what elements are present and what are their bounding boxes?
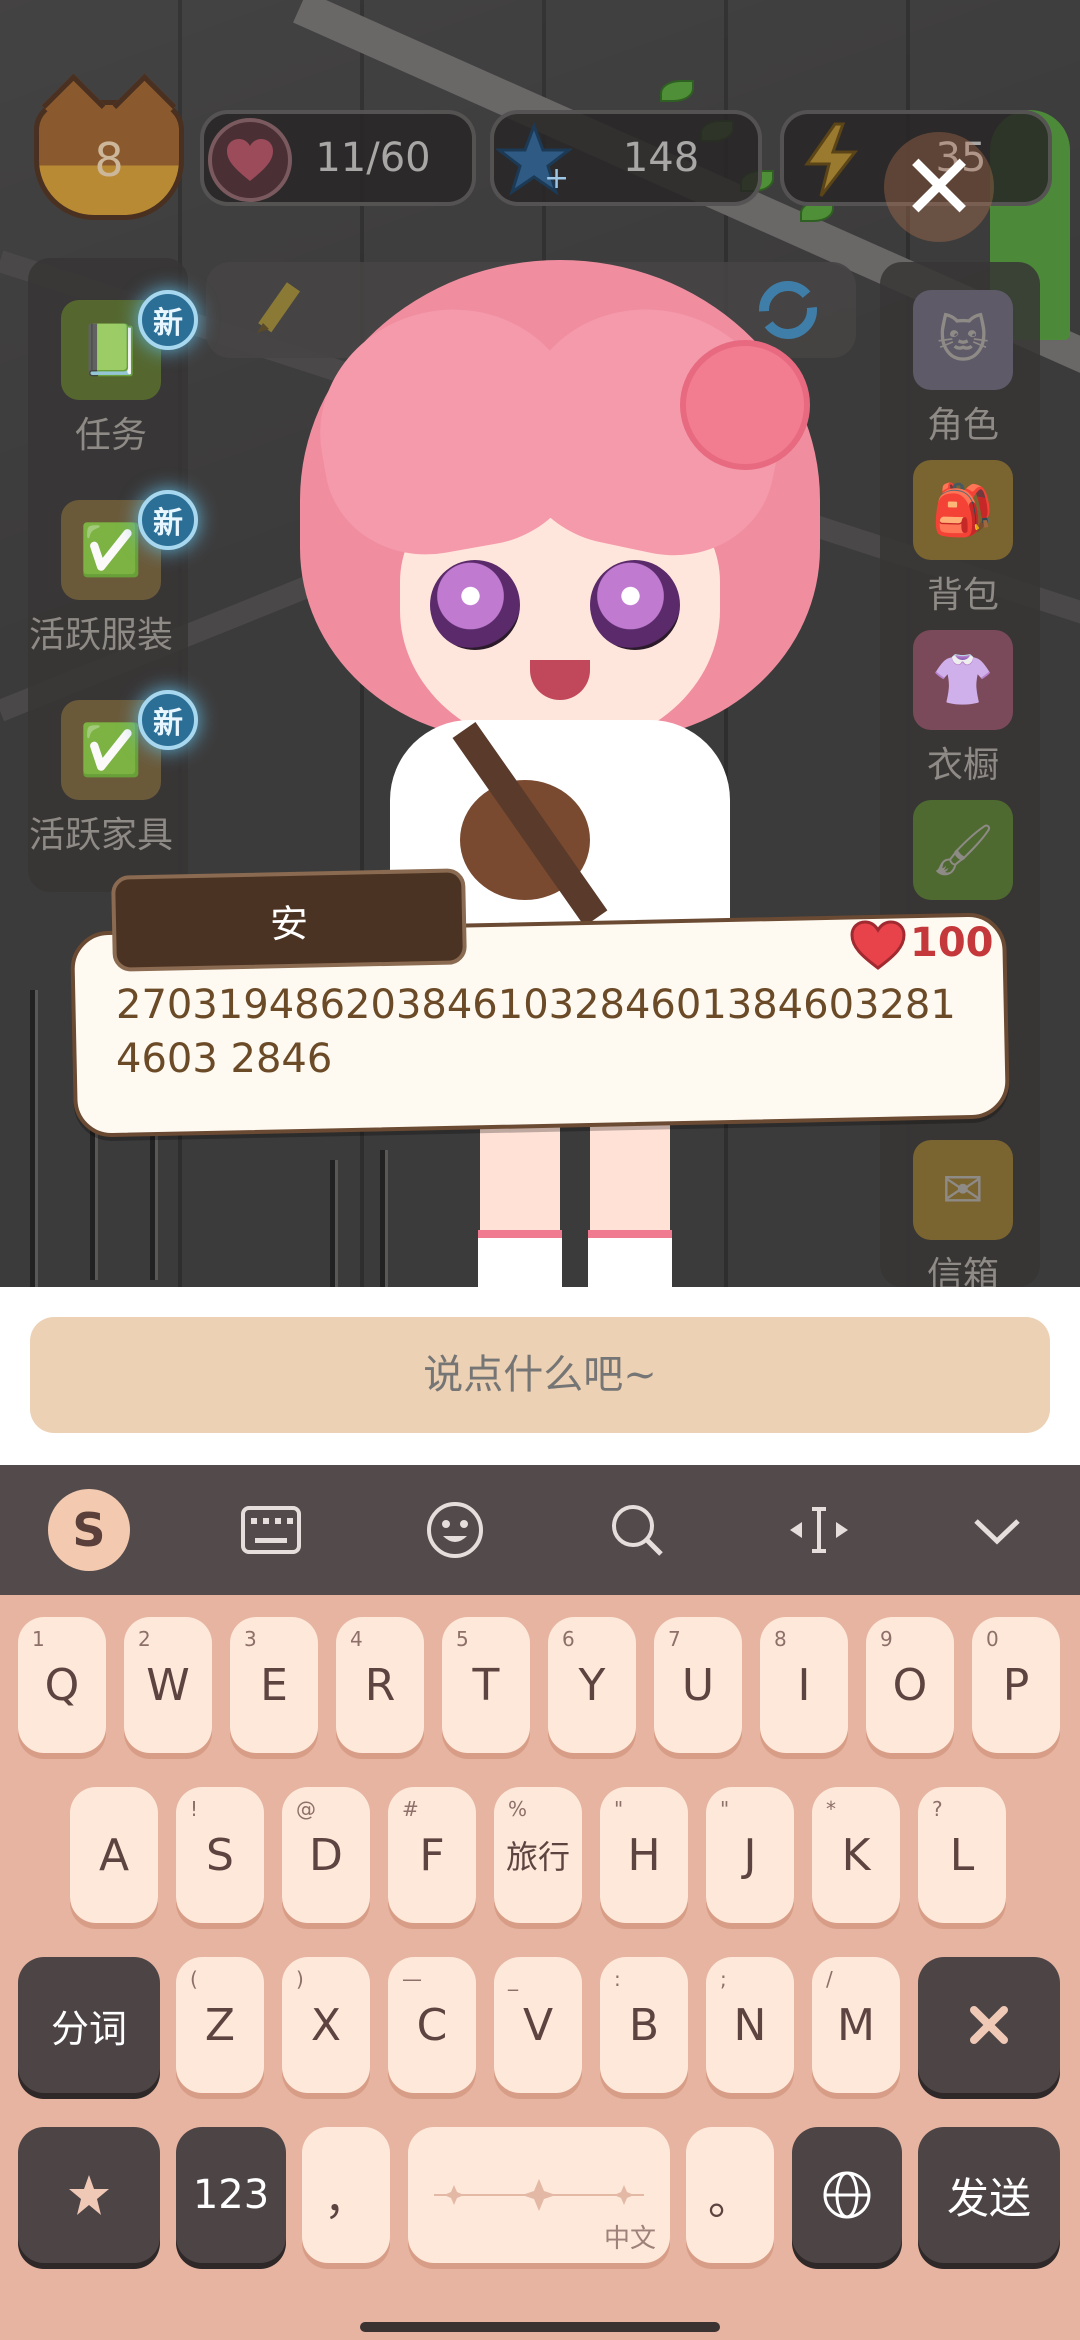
key-x[interactable]: ) X bbox=[282, 1957, 370, 2093]
key-z[interactable]: (Z bbox=[176, 1957, 264, 2093]
paint-roller-icon: 🖌 bbox=[913, 800, 1013, 900]
home-indicator[interactable] bbox=[360, 2322, 720, 2332]
character-sock bbox=[478, 1230, 562, 1287]
key-t[interactable]: 5T bbox=[442, 1617, 530, 1753]
close-icon: ✕ bbox=[900, 133, 978, 241]
flower-icon bbox=[69, 2175, 109, 2215]
cursor-move-icon[interactable] bbox=[776, 1487, 862, 1573]
heart-icon bbox=[850, 920, 906, 970]
shirt-icon: 👚 bbox=[913, 630, 1013, 730]
menu-item-character[interactable]: 🐱 角色 bbox=[878, 290, 1048, 448]
chat-input-area bbox=[0, 1287, 1080, 1465]
game-scene: 8 11/60 148 + 35 ✕ 📗 任务 新 ✅ 活跃服装 新 ✅ 活跃家… bbox=[0, 0, 1080, 1287]
key-f[interactable]: # F bbox=[388, 1787, 476, 1923]
menu-item-mailbox[interactable]: ✉ 信箱 bbox=[878, 1140, 1048, 1287]
chat-input[interactable] bbox=[30, 1317, 1050, 1433]
menu-item-paint[interactable]: 🖌 bbox=[878, 800, 1048, 906]
affection-value: 100 bbox=[910, 920, 994, 966]
backpack-icon: 🎒 bbox=[913, 460, 1013, 560]
menu-item-label: 信箱 bbox=[926, 1255, 999, 1287]
speaker-name: 安 bbox=[269, 901, 309, 946]
key-n[interactable]: ; N bbox=[706, 1957, 794, 2093]
backspace-key[interactable] bbox=[918, 1957, 1060, 2093]
character-eye bbox=[430, 560, 520, 650]
period-key[interactable]: 。 bbox=[686, 2127, 774, 2263]
sparkle-icon bbox=[434, 2179, 644, 2211]
new-badge: 新 bbox=[138, 290, 198, 350]
comma-key[interactable]: ， bbox=[302, 2127, 390, 2263]
key-m[interactable]: / M bbox=[812, 1957, 900, 2093]
key-h[interactable]: " H bbox=[600, 1787, 688, 1923]
close-button[interactable]: ✕ bbox=[884, 132, 994, 242]
backspace-icon bbox=[970, 2006, 1008, 2044]
soft-keyboard: S 1Q 2W 3E 4R 5T 6Y 7U 8I 9O 0P A ! S @ D … bbox=[0, 1465, 1080, 2340]
level-badge[interactable]: 8 bbox=[34, 100, 184, 220]
key-q[interactable]: 1Q bbox=[18, 1617, 106, 1753]
key-g-travel[interactable]: % 旅行 bbox=[494, 1787, 582, 1923]
symbol-key[interactable] bbox=[18, 2127, 160, 2263]
hair-flower bbox=[680, 340, 810, 470]
key-u[interactable]: 7U bbox=[654, 1617, 742, 1753]
lightning-icon[interactable] bbox=[790, 118, 874, 202]
menu-item-label: 衣橱 bbox=[926, 745, 999, 786]
cat-avatar-icon: 🐱 bbox=[913, 290, 1013, 390]
vine-leaf bbox=[660, 80, 694, 102]
stars-value: 148 bbox=[622, 135, 700, 181]
hearts-value: 11/60 bbox=[315, 135, 431, 181]
heart-icon bbox=[208, 118, 292, 202]
key-r[interactable]: 4R bbox=[336, 1617, 424, 1753]
key-b[interactable]: :B bbox=[600, 1957, 688, 2093]
envelope-icon: ✉ bbox=[913, 1140, 1013, 1240]
menu-item-label: 背包 bbox=[926, 575, 999, 616]
search-icon[interactable] bbox=[594, 1487, 680, 1573]
key-e[interactable]: 3E bbox=[230, 1617, 318, 1753]
globe-icon bbox=[823, 2171, 871, 2219]
key-s[interactable]: ! S bbox=[176, 1787, 264, 1923]
key-v[interactable]: _ V bbox=[494, 1957, 582, 2093]
character-eye bbox=[590, 560, 680, 650]
key-y[interactable]: 6Y bbox=[548, 1617, 636, 1753]
menu-item-label: 角色 bbox=[926, 405, 999, 446]
key-c[interactable]: — C bbox=[388, 1957, 476, 2093]
key-i[interactable]: 8I bbox=[760, 1617, 848, 1753]
key-k[interactable]: * K bbox=[812, 1787, 900, 1923]
key-d[interactable]: @ D bbox=[282, 1787, 370, 1923]
number-key[interactable]: 123 bbox=[176, 2127, 286, 2263]
keyboard-toolbar: S bbox=[0, 1465, 1080, 1595]
keyboard-layout-icon[interactable] bbox=[228, 1487, 314, 1573]
speaker-name-tag: 安 bbox=[111, 868, 467, 972]
railing-post bbox=[30, 990, 38, 1287]
level-value: 8 bbox=[94, 133, 124, 187]
space-key[interactable]: 中文 bbox=[408, 2127, 670, 2263]
new-badge: 新 bbox=[138, 490, 198, 550]
language-key[interactable] bbox=[792, 2127, 902, 2263]
menu-item-label: 任务 bbox=[74, 415, 147, 456]
segment-key[interactable]: 分词 bbox=[18, 1957, 160, 2093]
send-key[interactable]: 发送 bbox=[918, 2127, 1060, 2263]
key-j[interactable]: " J bbox=[706, 1787, 794, 1923]
menu-item-backpack[interactable]: 🎒 背包 bbox=[878, 460, 1048, 618]
star-icon[interactable]: + bbox=[492, 118, 576, 202]
menu-item-label: 活跃家具 bbox=[28, 815, 173, 856]
menu-item-label: 活跃服装 bbox=[28, 615, 173, 656]
key-a[interactable]: A bbox=[70, 1787, 158, 1923]
svg-text:+: + bbox=[544, 161, 569, 196]
new-badge: 新 bbox=[138, 690, 198, 750]
sogou-logo-button[interactable]: S bbox=[48, 1489, 130, 1571]
emoji-icon[interactable] bbox=[412, 1487, 498, 1573]
key-o[interactable]: 9O bbox=[866, 1617, 954, 1753]
character-sock bbox=[588, 1230, 672, 1287]
dialog-text: 2703194862038461032846013846032814603 28… bbox=[116, 982, 956, 1082]
keyboard-keys: 1Q 2W 3E 4R 5T 6Y 7U 8I 9O 0P A ! S @ D # F… bbox=[0, 1595, 1080, 2340]
key-p[interactable]: 0P bbox=[972, 1617, 1060, 1753]
menu-item-wardrobe[interactable]: 👚 衣橱 bbox=[878, 630, 1048, 788]
key-l[interactable]: ? L bbox=[918, 1787, 1006, 1923]
collapse-keyboard-icon[interactable] bbox=[954, 1487, 1040, 1573]
key-w[interactable]: 2W bbox=[124, 1617, 212, 1753]
